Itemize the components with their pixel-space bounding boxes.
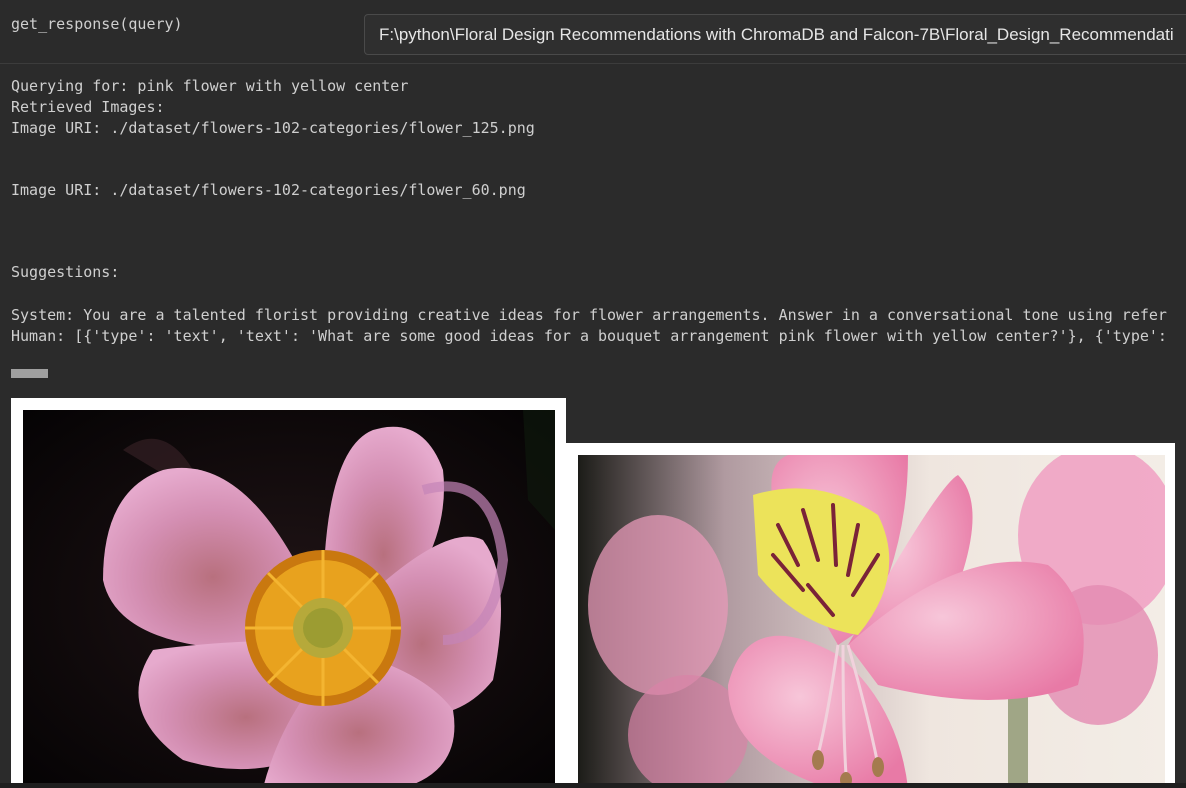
retrieved-image-1 bbox=[11, 398, 566, 788]
human-prompt-line: Human: [{'type': 'text', 'text': 'What a… bbox=[11, 327, 1167, 345]
code-cell-call[interactable]: get_response(query) bbox=[11, 15, 183, 33]
flower-125-illustration bbox=[23, 410, 555, 788]
image-uri-line-1: Image URI: ./dataset/flowers-102-categor… bbox=[11, 119, 535, 137]
system-prompt-line: System: You are a talented florist provi… bbox=[11, 306, 1167, 324]
flower-125-image bbox=[23, 410, 555, 788]
flower-60-illustration bbox=[578, 455, 1165, 788]
window-bottom-edge bbox=[0, 783, 1186, 788]
suggestions-heading: Suggestions: bbox=[11, 263, 120, 281]
flower-60-image bbox=[578, 455, 1165, 788]
file-path-tooltip: F:\python\Floral Design Recommendations … bbox=[364, 14, 1186, 55]
query-line: Querying for: pink flower with yellow ce… bbox=[11, 77, 409, 95]
file-path-text: F:\python\Floral Design Recommendations … bbox=[379, 25, 1174, 44]
retrieved-images-line: Retrieved Images: bbox=[11, 98, 165, 116]
retrieved-image-2 bbox=[566, 443, 1175, 788]
cell-header: get_response(query) F:\python\Floral Des… bbox=[0, 0, 1186, 64]
output-progress-indicator bbox=[11, 369, 48, 378]
image-uri-line-2: Image URI: ./dataset/flowers-102-categor… bbox=[11, 181, 526, 199]
